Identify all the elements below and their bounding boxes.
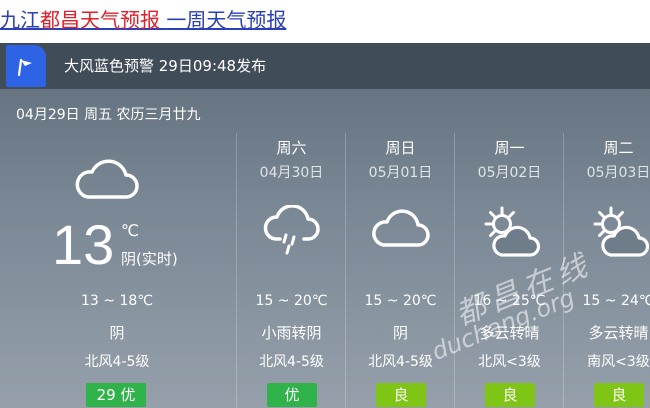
cloud-icon	[75, 159, 139, 199]
date-label: 05月01日	[368, 165, 433, 181]
sun-cloud-icon	[593, 206, 649, 257]
weekday-label: 周日	[385, 139, 416, 157]
alert-text[interactable]: 大风蓝色预警 29日09:48发布	[64, 55, 266, 77]
today-wind: 北风4-5级	[84, 354, 150, 370]
condition-label: 多云转晴	[588, 324, 649, 342]
alert-bar[interactable]: 大风蓝色预警 29日09:48发布	[0, 43, 650, 89]
icon-wrap	[237, 205, 346, 261]
temp-range: 15 ~ 24℃	[582, 293, 650, 309]
page-label: 天气预报	[80, 8, 160, 32]
forecast-day-1: 周六 04月30日 15 ~ 20℃ 小雨转阴 北风4-5级 优	[236, 133, 346, 408]
icon-wrap	[346, 205, 455, 261]
today-card: 13 ℃ 阴(实时) 13 ~ 18℃ 阴 北风4-5级 29 优	[0, 133, 236, 408]
condition-label: 阴	[392, 324, 408, 342]
today-condition: 阴	[109, 324, 125, 342]
aqi-badge[interactable]: 优	[267, 383, 317, 407]
cloud-icon	[371, 209, 430, 247]
condition-label: 多云转晴	[479, 324, 540, 342]
forecast-day-3: 周一 05月02日 16 ~ 25℃ 多云转晴 北风<3级 良	[454, 133, 564, 408]
weekday-label: 周六	[276, 139, 307, 157]
current-temperature: 13	[52, 213, 115, 276]
current-condition: 阴(实时)	[121, 250, 178, 268]
flag-icon	[17, 58, 32, 77]
icon-wrap	[564, 205, 650, 261]
aqi-badge[interactable]: 良	[376, 383, 426, 407]
page-title: 九江都昌天气预报 一周天气预报	[0, 6, 286, 36]
weekly-forecast-link[interactable]: 一周天气预报	[166, 8, 286, 32]
weekday-label: 周一	[494, 139, 525, 157]
icon-wrap	[455, 205, 564, 261]
today-aqi-badge[interactable]: 29 优	[86, 383, 146, 407]
sun-cloud-icon	[484, 206, 540, 257]
alert-badge[interactable]	[6, 45, 46, 87]
today-temp-range: 13 ~ 18℃	[81, 293, 153, 309]
condition-label: 小雨转阴	[261, 324, 322, 342]
cloud-rain-icon	[263, 205, 320, 255]
temperature-unit: ℃	[121, 221, 139, 240]
wind-label: 北风4-5级	[259, 354, 324, 370]
date-label: 05月03日	[586, 165, 650, 181]
weather-panel: 大风蓝色预警 29日09:48发布 04月29日 周五 农历三月廿九 13 ℃ …	[0, 43, 650, 408]
forecast-day-4: 周二 05月03日 15 ~ 24℃ 多云转晴 南风<3级 良	[563, 133, 650, 408]
city-prefix: 九江	[0, 8, 40, 32]
forecast-day-2: 周日 05月01日 15 ~ 20℃ 阴 北风4-5级 良	[345, 133, 455, 408]
date-label: 05月02日	[477, 165, 542, 181]
city-name: 都昌	[40, 8, 80, 32]
temp-range: 15 ~ 20℃	[364, 293, 437, 309]
temp-range: 15 ~ 20℃	[255, 293, 328, 309]
aqi-badge[interactable]: 良	[594, 383, 644, 407]
date-label: 04月30日	[259, 165, 324, 181]
wind-label: 北风<3级	[478, 354, 541, 370]
wind-label: 南风<3级	[587, 354, 650, 370]
temp-range: 16 ~ 25℃	[473, 293, 546, 309]
wind-label: 北风4-5级	[368, 354, 433, 370]
today-date: 04月29日 周五 农历三月廿九	[16, 107, 201, 123]
aqi-badge[interactable]: 良	[485, 383, 535, 407]
weekday-label: 周二	[603, 139, 634, 157]
